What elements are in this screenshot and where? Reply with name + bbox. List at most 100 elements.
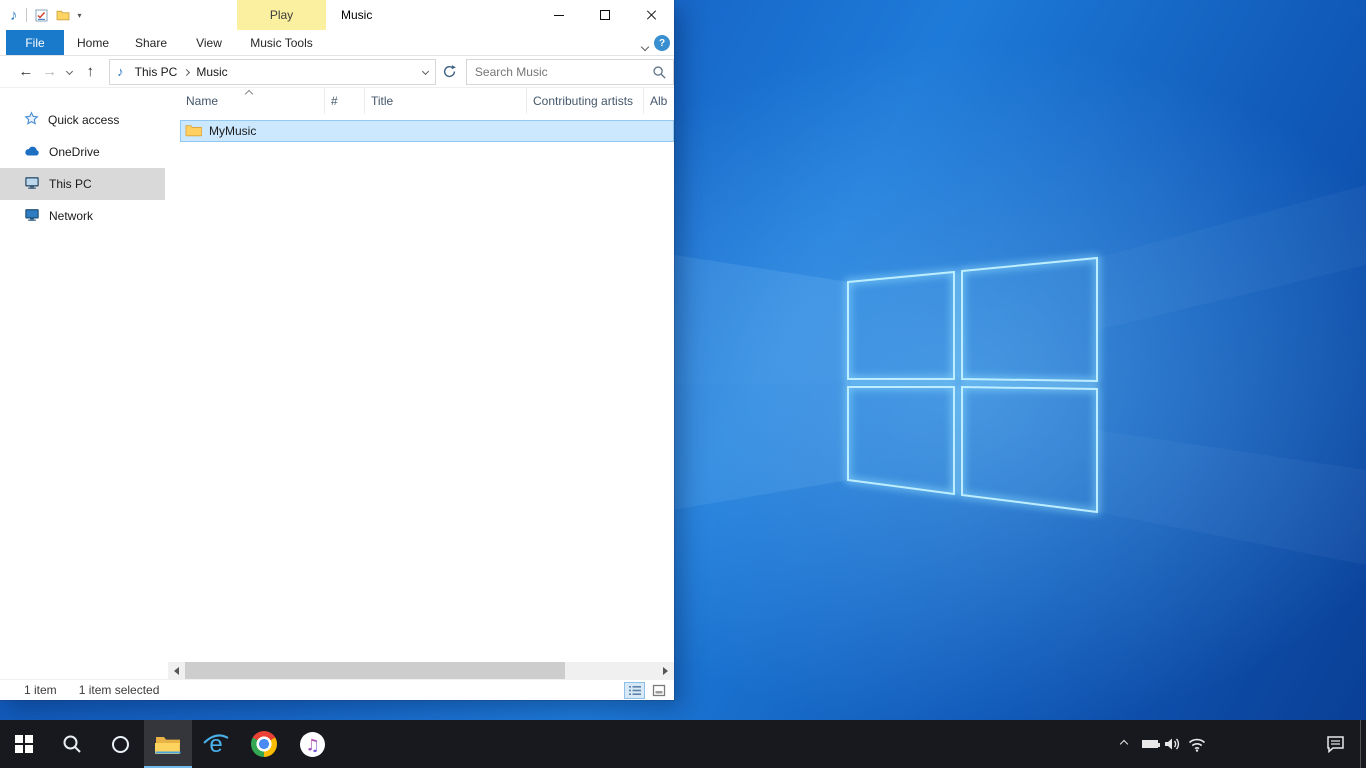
column-header-contributing-artists[interactable]: Contributing artists [527, 88, 644, 114]
sidebar-item-network[interactable]: Network [0, 200, 165, 232]
search-icon [61, 733, 83, 755]
ribbon-tab-bar: File Home Share View Music Tools ? [0, 30, 674, 56]
battery-icon [1142, 740, 1158, 748]
tab-share[interactable]: Share [122, 30, 180, 55]
address-dropdown-icon[interactable] [415, 69, 435, 74]
cortana-button[interactable] [96, 720, 144, 768]
sidebar-item-label: Quick access [48, 113, 119, 127]
file-list: Name # Title Contributing artists Alb My… [165, 88, 674, 662]
expand-ribbon-icon[interactable] [642, 39, 648, 53]
details-view-icon [628, 684, 642, 697]
show-desktop-button[interactable] [1360, 720, 1366, 768]
itunes-icon: ♫ [299, 731, 326, 758]
help-button[interactable]: ? [654, 35, 670, 51]
address-bar[interactable]: ♪ This PC Music [109, 59, 436, 85]
sidebar-item-quick-access[interactable]: Quick access [0, 104, 165, 136]
properties-icon[interactable] [35, 9, 48, 22]
file-row-mymusic[interactable]: MyMusic [180, 120, 674, 142]
volume-icon [1164, 736, 1181, 752]
close-icon [645, 9, 657, 21]
action-center-icon [1326, 735, 1345, 753]
music-note-icon: ♪ [117, 64, 124, 79]
sidebar-item-label: Network [49, 209, 93, 223]
window-controls [536, 0, 674, 30]
breadcrumb-this-pc[interactable]: This PC [130, 60, 183, 84]
wifi-icon [1188, 737, 1206, 752]
separator [26, 8, 27, 22]
internet-explorer-button[interactable]: e [192, 720, 240, 768]
minimize-button[interactable] [536, 0, 582, 30]
quick-access-toolbar: ♪ ▾ [10, 0, 82, 30]
music-folder-icon: ♪ [10, 8, 18, 23]
up-button[interactable]: ↑ [77, 63, 103, 80]
contextual-tab-play[interactable]: Play [237, 0, 326, 30]
chrome-icon [251, 731, 277, 757]
sidebar-item-label: OneDrive [49, 145, 100, 159]
scroll-left-icon[interactable] [168, 662, 185, 679]
scroll-right-icon[interactable] [657, 662, 674, 679]
network-tray-button[interactable] [1184, 720, 1210, 768]
column-headers: Name # Title Contributing artists Alb [165, 88, 674, 114]
sidebar-item-this-pc[interactable]: This PC [0, 168, 165, 200]
search-box [466, 59, 674, 85]
column-header-number[interactable]: # [325, 88, 365, 114]
column-label: Name [186, 94, 218, 108]
close-button[interactable] [628, 0, 674, 30]
tab-view[interactable]: View [180, 30, 238, 55]
column-header-album[interactable]: Alb [644, 88, 674, 114]
svg-text:♫: ♫ [305, 735, 319, 754]
horizontal-scrollbar[interactable] [168, 662, 674, 679]
scrollbar-thumb[interactable] [185, 662, 565, 679]
breadcrumb-music[interactable]: Music [191, 60, 232, 84]
file-explorer-icon [155, 734, 181, 755]
volume-tray-button[interactable] [1160, 720, 1184, 768]
details-view-button[interactable] [624, 682, 645, 699]
file-explorer-taskbar-button[interactable] [144, 720, 192, 768]
windows-logo-icon [15, 735, 33, 753]
new-folder-icon[interactable] [56, 9, 70, 21]
tab-home[interactable]: Home [64, 30, 122, 55]
sidebar-item-onedrive[interactable]: OneDrive [0, 136, 165, 168]
column-label: # [331, 94, 338, 108]
internet-explorer-icon: e [202, 730, 230, 758]
column-header-title[interactable]: Title [365, 88, 527, 114]
titlebar[interactable]: ♪ ▾ Play Music [0, 0, 674, 30]
sidebar-item-label: This PC [49, 177, 92, 191]
taskbar-search-button[interactable] [48, 720, 96, 768]
search-input[interactable] [467, 60, 673, 84]
sort-ascending-icon [245, 90, 253, 98]
large-icons-view-button[interactable] [648, 682, 669, 699]
customize-quick-access-icon[interactable]: ▾ [78, 11, 82, 20]
tab-music-tools[interactable]: Music Tools [237, 30, 326, 55]
column-label: Alb [650, 94, 667, 108]
folder-icon [185, 123, 202, 140]
network-monitor-icon [24, 207, 40, 225]
column-header-name[interactable]: Name [180, 88, 325, 114]
back-button[interactable]: ← [14, 63, 38, 80]
quick-access-star-icon [24, 111, 39, 129]
cortana-icon [112, 736, 129, 753]
forward-button[interactable]: → [38, 63, 62, 80]
battery-tray-button[interactable] [1138, 720, 1162, 768]
tab-file[interactable]: File [6, 30, 64, 55]
start-button[interactable] [0, 720, 48, 768]
action-center-button[interactable] [1320, 720, 1350, 768]
maximize-button[interactable] [582, 0, 628, 30]
navigation-pane: Quick access OneDrive This PC Network [0, 88, 165, 662]
large-icons-view-icon [652, 684, 666, 697]
breadcrumb-separator-icon [183, 69, 190, 76]
refresh-icon[interactable] [440, 64, 458, 79]
chevron-up-icon [1120, 740, 1128, 748]
chrome-button[interactable] [240, 720, 288, 768]
file-name: MyMusic [209, 124, 256, 138]
maximize-icon [600, 10, 610, 20]
selection-count: 1 item selected [79, 683, 160, 697]
navigation-bar: ← → ↑ ♪ This PC Music [0, 56, 674, 88]
search-icon[interactable] [652, 65, 667, 83]
status-bar: 1 item 1 item selected [0, 679, 674, 700]
item-count: 1 item [24, 683, 57, 697]
hidden-icons-button[interactable] [1112, 720, 1136, 768]
view-toggles [624, 682, 669, 699]
recent-locations-icon[interactable] [62, 69, 78, 74]
itunes-button[interactable]: ♫ [288, 720, 336, 768]
